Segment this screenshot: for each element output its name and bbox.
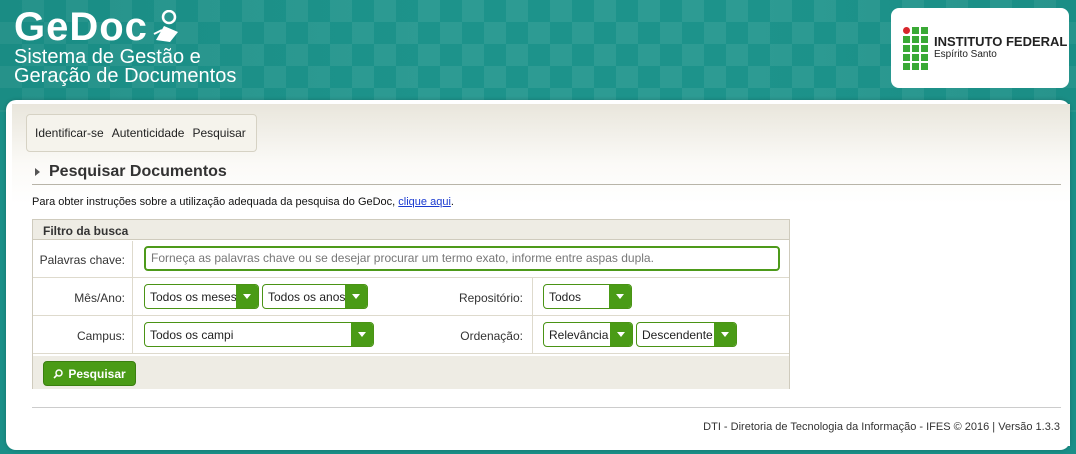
order-label: Ordenação: — [460, 329, 523, 343]
order-direction-value: Descendente — [642, 328, 713, 342]
footer-divider — [32, 407, 1061, 408]
month-year-label: Mês/Ano: — [74, 291, 125, 305]
institution-logo: INSTITUTO FEDERAL Espírito Santo — [891, 8, 1069, 88]
chevron-down-icon — [714, 323, 736, 346]
section-header: Pesquisar Documentos — [32, 160, 1061, 185]
chevron-down-icon — [345, 285, 367, 308]
page-title: Pesquisar Documentos — [49, 163, 227, 180]
keywords-row: Palavras chave: Forneça as palavras chav… — [33, 241, 789, 278]
menu-item-pesquisar[interactable]: Pesquisar — [192, 126, 245, 140]
top-menu: Identificar-se Autenticidade Pesquisar — [26, 114, 257, 152]
caret-right-icon — [35, 168, 40, 176]
chevron-down-icon — [351, 323, 373, 346]
instructions-link[interactable]: clique aqui — [398, 196, 451, 208]
main-content: Identificar-se Autenticidade Pesquisar P… — [6, 100, 1070, 450]
button-row: Pesquisar — [33, 356, 789, 389]
order-direction-select[interactable]: Descendente — [636, 322, 737, 347]
month-select[interactable]: Todos os meses — [144, 284, 259, 309]
repository-label: Repositório: — [458, 291, 523, 305]
search-button-label: Pesquisar — [68, 366, 126, 381]
year-select-value: Todos os anos — [268, 290, 346, 304]
campus-select-value: Todos os campi — [150, 328, 234, 342]
campus-select[interactable]: Todos os campi — [144, 322, 374, 347]
search-icon — [53, 368, 64, 379]
instructions-text: Para obter instruções sobre a utilização… — [32, 196, 399, 208]
campus-order-row: Campus: Todos os campi Ordenação: Relevâ… — [33, 316, 789, 354]
menu-item-autenticidade[interactable]: Autenticidade — [112, 126, 185, 140]
menu-item-identificar[interactable]: Identificar-se — [35, 126, 104, 140]
chevron-down-icon — [236, 285, 258, 308]
instructions-end: . — [450, 196, 454, 208]
brand-subtitle-2: Geração de Documentos — [14, 65, 237, 87]
year-select[interactable]: Todos os anos — [262, 284, 368, 309]
keywords-input[interactable]: Forneça as palavras chave ou se desejar … — [144, 246, 780, 271]
repository-select[interactable]: Todos — [543, 284, 632, 309]
repository-select-value: Todos — [549, 290, 582, 304]
instructions: Para obter instruções sobre a utilização… — [32, 196, 454, 208]
filter-title: Filtro da busca — [33, 220, 789, 240]
brand-name: GeDoc — [14, 5, 148, 49]
search-filter: Filtro da busca Palavras chave: Forneça … — [32, 219, 790, 389]
chevron-down-icon — [610, 323, 632, 346]
gedoc-logo[interactable]: GeDoc Sistema de Gestão e Geração de Doc… — [14, 6, 236, 86]
ifes-grid-icon — [903, 26, 928, 70]
search-button[interactable]: Pesquisar — [43, 361, 136, 386]
chevron-down-icon — [609, 285, 631, 308]
month-repository-row: Mês/Ano: Todos os meses Todos os anos Re… — [33, 278, 789, 316]
institution-name: INSTITUTO FEDERAL — [934, 34, 1068, 49]
footer: DTI - Diretoria de Tecnologia da Informa… — [703, 421, 1060, 433]
institution-state: Espírito Santo — [934, 49, 997, 60]
keywords-label: Palavras chave: — [39, 253, 125, 267]
campus-label: Campus: — [76, 329, 125, 343]
order-by-value: Relevância — [549, 328, 609, 342]
person-document-icon — [153, 10, 178, 42]
order-by-select[interactable]: Relevância — [543, 322, 633, 347]
month-select-value: Todos os meses — [150, 290, 237, 304]
